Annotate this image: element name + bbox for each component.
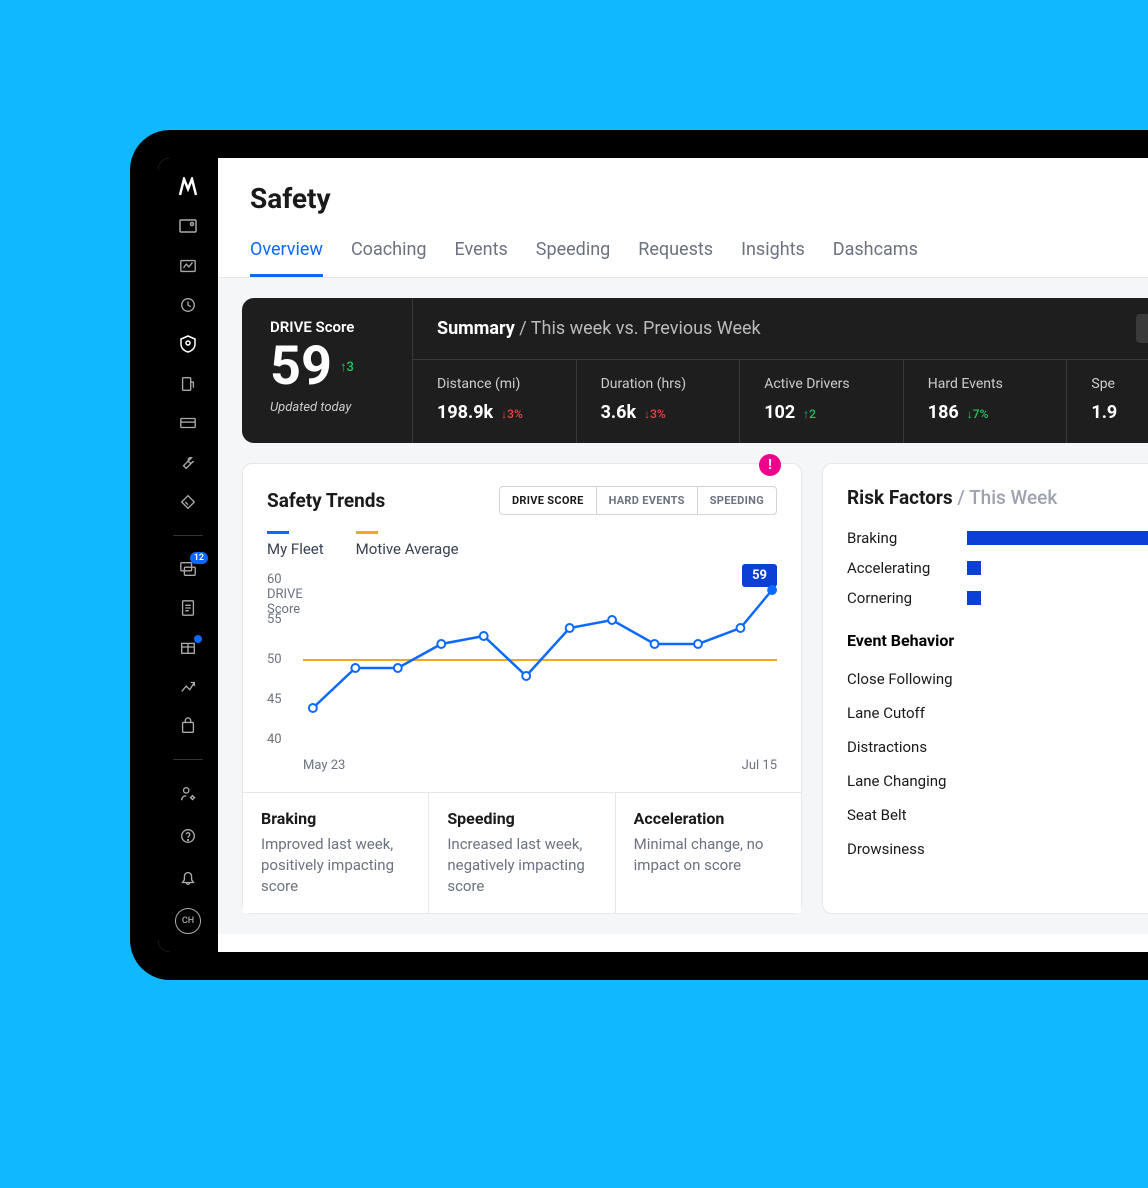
seg-speeding[interactable]: SPEEDING xyxy=(697,487,776,514)
trends-chart: 59 60 DRIVE Score 55 50 45 40 xyxy=(267,572,777,772)
alert-icon[interactable]: ! xyxy=(759,454,781,476)
summary-title: Summary xyxy=(437,318,515,339)
behavior-item[interactable]: Lane Cutoff xyxy=(847,696,1148,730)
summary-card: DRIVE Score 59 ↑3 Updated today Summary … xyxy=(242,298,1148,443)
messages-badge: 12 xyxy=(190,552,208,564)
behavior-item[interactable]: Drowsiness xyxy=(847,832,1148,866)
tab-coaching[interactable]: Coaching xyxy=(351,233,427,277)
risk-factors-panel: Risk Factors / This Week Braking Acceler… xyxy=(822,463,1148,914)
summary-subtitle: / This week vs. Previous Week xyxy=(519,318,760,339)
factor-acceleration: AccelerationMinimal change, no impact on… xyxy=(616,793,801,913)
tab-speeding[interactable]: Speeding xyxy=(536,233,610,277)
metric-hard-events: Hard Events186↓7% xyxy=(903,360,1067,443)
tab-insights[interactable]: Insights xyxy=(741,233,805,277)
timeframe-button[interactable]: LAST W xyxy=(1136,314,1148,343)
tab-events[interactable]: Events xyxy=(455,233,508,277)
bag-icon[interactable] xyxy=(176,716,200,737)
behavior-item[interactable]: Seat Belt xyxy=(847,798,1148,832)
metric-drivers: Active Drivers102↑2 xyxy=(739,360,903,443)
drive-score-updated: Updated today xyxy=(270,400,384,415)
risk-cornering: Cornering xyxy=(847,589,1148,607)
card-icon[interactable] xyxy=(176,413,200,434)
metric-speed: Spe1.9 xyxy=(1066,360,1148,443)
sidebar: 12 CH xyxy=(158,158,218,952)
bell-icon[interactable] xyxy=(176,866,200,890)
page-title: Safety xyxy=(218,158,1148,233)
legend-my-fleet: My Fleet xyxy=(267,531,324,558)
shield-icon[interactable] xyxy=(176,334,200,355)
help-icon[interactable] xyxy=(176,824,200,848)
drive-score-label: DRIVE Score xyxy=(270,318,384,336)
drive-score-value: 59 xyxy=(270,340,332,394)
risk-accelerating: Accelerating xyxy=(847,559,1148,577)
tab-requests[interactable]: Requests xyxy=(638,233,713,277)
map-icon[interactable] xyxy=(176,215,200,236)
drive-score-delta: ↑3 xyxy=(340,361,354,374)
metric-distance: Distance (mi)198.9k↓3% xyxy=(412,360,576,443)
user-avatar[interactable]: CH xyxy=(175,908,201,934)
seg-drive-score[interactable]: DRIVE SCORE xyxy=(500,487,596,514)
tag-icon[interactable] xyxy=(176,492,200,513)
wrench-icon[interactable] xyxy=(176,452,200,473)
document-icon[interactable] xyxy=(176,597,200,618)
factor-speeding: SpeedingIncreased last week, negatively … xyxy=(429,793,615,913)
tabs: Overview Coaching Events Speeding Reques… xyxy=(218,233,1148,278)
seg-hard-events[interactable]: HARD EVENTS xyxy=(596,487,697,514)
messages-icon[interactable]: 12 xyxy=(176,558,200,579)
chart-icon[interactable] xyxy=(176,255,200,276)
tab-dashcams[interactable]: Dashcams xyxy=(833,233,918,277)
behavior-item[interactable]: Lane Changing xyxy=(847,764,1148,798)
tab-overview[interactable]: Overview xyxy=(250,233,323,277)
factor-braking: BrakingImproved last week, positively im… xyxy=(243,793,429,913)
legend-motive-avg: Motive Average xyxy=(356,531,459,558)
trends-title: Safety Trends xyxy=(267,489,385,512)
metrics-row: Distance (mi)198.9k↓3% Duration (hrs)3.6… xyxy=(412,360,1148,443)
notification-dot xyxy=(194,635,202,643)
behavior-item[interactable]: Distractions xyxy=(847,730,1148,764)
event-behavior-title: Event Behavior xyxy=(847,631,1148,650)
logo-icon[interactable] xyxy=(176,176,200,197)
metric-duration: Duration (hrs)3.6k↓3% xyxy=(576,360,740,443)
trends-segmented: DRIVE SCORE HARD EVENTS SPEEDING xyxy=(499,486,777,515)
risk-braking: Braking xyxy=(847,529,1148,547)
safety-trends-panel: ! Safety Trends DRIVE SCORE HARD EVENTS … xyxy=(242,463,802,914)
fuel-icon[interactable] xyxy=(176,373,200,394)
trend-icon[interactable] xyxy=(176,676,200,697)
user-settings-icon[interactable] xyxy=(176,782,200,806)
box-icon[interactable] xyxy=(176,637,200,658)
main-content: Safety Overview Coaching Events Speeding… xyxy=(218,158,1148,952)
behavior-item[interactable]: Close Following xyxy=(847,662,1148,696)
clock-icon[interactable] xyxy=(176,294,200,315)
